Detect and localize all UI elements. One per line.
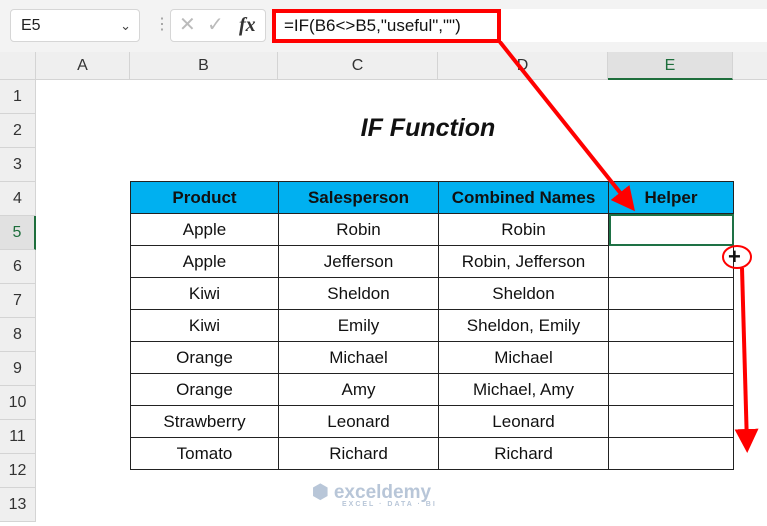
annotation-overlay: +	[498, 40, 759, 453]
drag-down-arrow	[734, 267, 759, 453]
fill-handle-cross-icon[interactable]: +	[728, 244, 741, 269]
formula-arrow	[498, 40, 635, 212]
watermark-logo: ⬢ exceldemy EXCEL · DATA · BI	[312, 482, 437, 508]
